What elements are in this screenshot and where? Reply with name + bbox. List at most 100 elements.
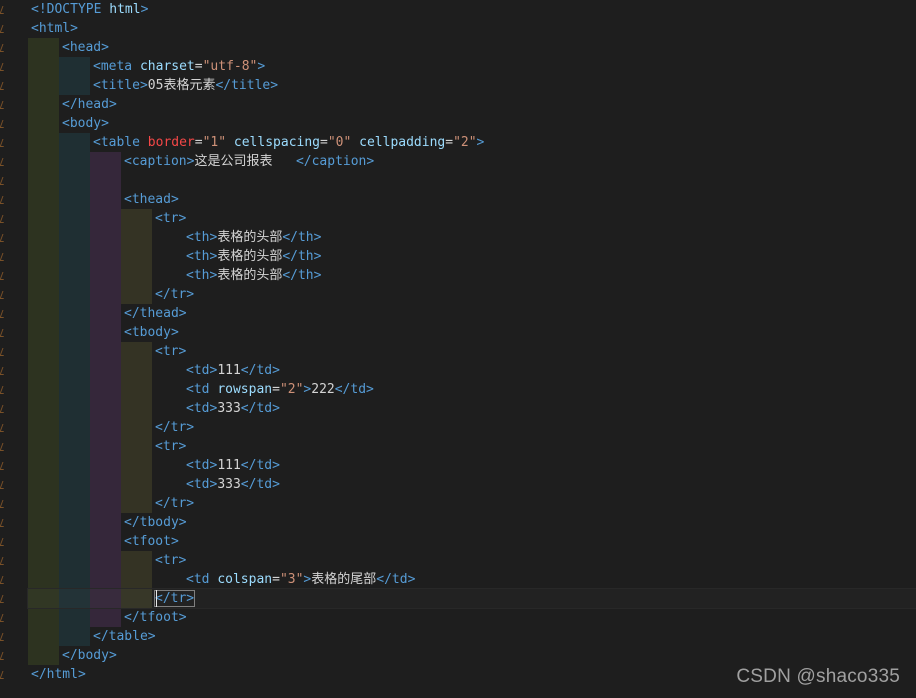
token-attr: cellspacing: [233, 135, 320, 150]
code-line-text: <tr>: [155, 551, 186, 570]
code-line-text: </tr>: [155, 285, 194, 304]
token-tag: </td>: [240, 401, 280, 416]
token-tag: </td>: [240, 458, 280, 473]
code-line-text: <td>333</td>: [186, 399, 280, 418]
token-str: "2": [453, 135, 477, 150]
token-txt: 表格的头部: [217, 230, 283, 245]
token-txt: =: [194, 59, 203, 74]
code-editor[interactable]: <!DOCTYPE html> <html> <head> <meta charset…: [0, 0, 916, 698]
token-tag: <th>: [186, 230, 218, 245]
token-txt: 333: [217, 477, 241, 492]
token-tag: <head>: [62, 40, 109, 55]
code-line-text: <td rowspan="2">222</td>: [186, 380, 374, 399]
watermark-text: CSDN @shaco335: [736, 666, 900, 687]
token-txt: 222: [311, 382, 335, 397]
token-txt: 05表格元素: [147, 78, 216, 93]
code-line-current[interactable]: </tr>: [27, 588, 916, 609]
token-tag: </td>: [376, 572, 416, 587]
token-str: "2": [279, 382, 304, 397]
token-tag: </tfoot>: [124, 610, 187, 625]
token-tag: </html>: [31, 667, 86, 682]
token-tag: <table: [93, 135, 148, 150]
token-tag: </tr>: [153, 590, 196, 607]
code-line-text: <title>05表格元素</title>: [93, 76, 278, 95]
code-line-text: <table border="1" cellspacing="0" cellpa…: [93, 133, 484, 152]
token-txt: 111: [217, 363, 241, 378]
token-tag: </tr>: [155, 496, 195, 511]
token-tag: >: [140, 2, 149, 17]
token-tag: <td>: [186, 458, 218, 473]
token-tag: </tr>: [155, 287, 195, 302]
token-tag: </td>: [334, 382, 374, 397]
code-line-text: </thead>: [124, 304, 187, 323]
code-line-text: </table>: [93, 627, 156, 646]
token-tag: <th>: [186, 268, 218, 283]
token-tag: <td: [186, 382, 218, 397]
token-attr-red: border: [147, 135, 195, 150]
token-tag: >: [257, 59, 266, 74]
code-line-text: <td>111</td>: [186, 456, 280, 475]
code-line-text: <td colspan="3">表格的尾部</td>: [186, 570, 415, 589]
token-str: "0": [327, 135, 352, 150]
code-line-text: <th>表格的头部</th>: [186, 247, 321, 266]
code-line-text: <tr>: [155, 437, 186, 456]
token-tag: </title>: [215, 78, 279, 93]
token-tag: <!DOCTYPE: [31, 2, 110, 17]
token-tag: <td>: [186, 401, 218, 416]
code-lines[interactable]: <!DOCTYPE html> <html> <head> <meta charset…: [0, 0, 916, 698]
code-line-text: </tr>: [155, 494, 194, 513]
code-line-text: <tfoot>: [124, 532, 179, 551]
token-tag: <html>: [31, 21, 78, 36]
token-tag: <body>: [62, 116, 109, 131]
token-tag: >: [476, 135, 485, 150]
token-tag: </tr>: [155, 420, 195, 435]
token-tag: </tbody>: [124, 515, 187, 530]
token-txt: =: [194, 135, 203, 150]
code-line-text: </tr>: [155, 418, 194, 437]
token-txt: 333: [217, 401, 241, 416]
token-txt: 这是公司报表: [194, 154, 296, 169]
token-tag: </caption>: [295, 154, 375, 169]
code-line-text: <html>: [31, 19, 78, 38]
token-tag: <td: [186, 572, 218, 587]
code-line-text: </html>: [31, 665, 86, 684]
token-txt: 表格的尾部: [311, 572, 377, 587]
token-txt: 111: [217, 458, 241, 473]
token-tag: </body>: [62, 648, 117, 663]
code-line-text: <body>: [62, 114, 109, 133]
token-tag: <tr>: [155, 553, 187, 568]
token-tag: </th>: [282, 268, 322, 283]
token-tag: <caption>: [124, 154, 195, 169]
token-tag: <thead>: [124, 192, 179, 207]
code-line-text: <tbody>: [124, 323, 179, 342]
token-attr: rowspan: [217, 382, 273, 397]
code-line-text: <caption>这是公司报表 </caption>: [124, 152, 374, 171]
code-line-text: <td>111</td>: [186, 361, 280, 380]
code-line-text: </tbody>: [124, 513, 187, 532]
code-line-text: <!DOCTYPE html>: [31, 0, 148, 19]
token-str: "utf-8": [202, 59, 258, 74]
code-line-text: <th>表格的头部</th>: [186, 228, 321, 247]
token-tag: </td>: [240, 363, 280, 378]
token-tag: <td>: [186, 363, 218, 378]
code-line-text: <head>: [62, 38, 109, 57]
token-tag: </td>: [240, 477, 280, 492]
token-tag: </head>: [62, 97, 117, 112]
token-tag: <tbody>: [124, 325, 179, 340]
code-line-text: </tr>: [153, 589, 196, 608]
token-str: "1": [202, 135, 227, 150]
token-attr: cellpadding: [359, 135, 446, 150]
token-attr: html: [109, 2, 141, 17]
text-caret: [156, 590, 157, 607]
token-txt: =: [272, 572, 280, 587]
token-txt: 表格的头部: [217, 268, 283, 283]
token-tag: <tr>: [155, 344, 187, 359]
token-txt: =: [445, 135, 454, 150]
code-line-text: </tfoot>: [124, 608, 187, 627]
token-tag: <td>: [186, 477, 218, 492]
token-txt: =: [320, 135, 328, 150]
token-tag: <meta: [93, 59, 140, 74]
token-attr: colspan: [217, 572, 273, 587]
token-tag: </th>: [282, 230, 322, 245]
